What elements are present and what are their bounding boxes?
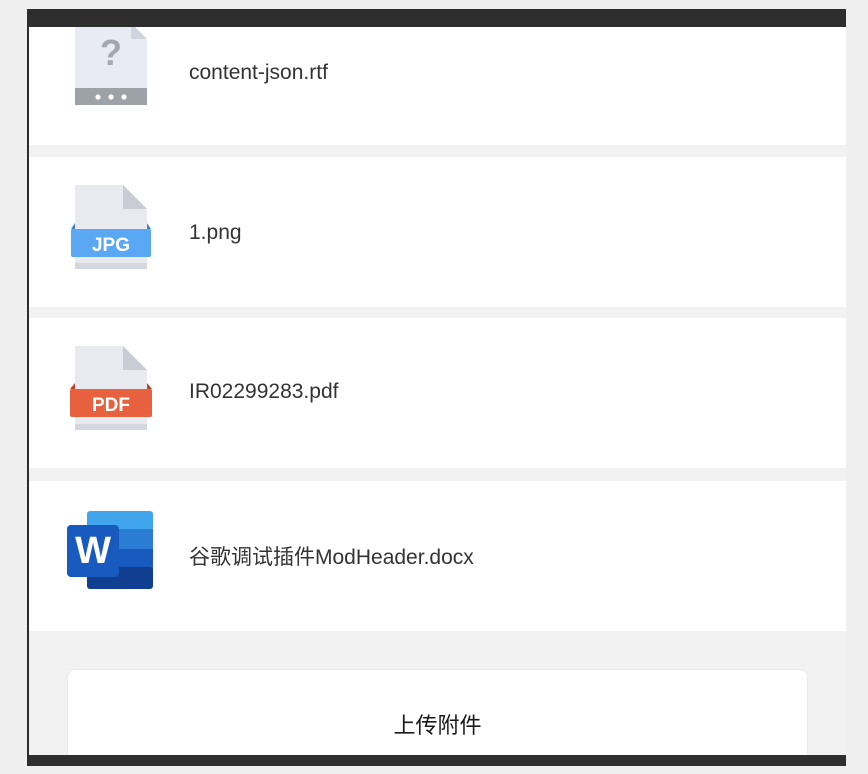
unknown-file-icon: ? [65, 27, 155, 113]
file-item-pdf[interactable]: PDF IR02299283.pdf [29, 318, 846, 468]
jpg-badge-text: JPG [92, 235, 130, 256]
file-name: 1.png [189, 221, 242, 244]
file-item-1-png[interactable]: JPG 1.png [29, 157, 846, 307]
file-name: content-json.rtf [189, 61, 328, 84]
svg-text:?: ? [100, 32, 122, 73]
word-badge-text: W [75, 530, 111, 572]
jpg-file-icon: JPG [65, 185, 155, 275]
file-item-content-json[interactable]: ? content-json.rtf [29, 27, 846, 145]
attachment-screen: ? content-json.rtf JPG 1.png PDF IR02299… [29, 27, 846, 755]
upload-label: 上传附件 [393, 713, 482, 738]
file-name: IR02299283.pdf [189, 380, 339, 403]
word-file-icon: W [65, 509, 155, 599]
device-frame: ? content-json.rtf JPG 1.png PDF IR02299… [27, 9, 846, 766]
upload-attachment-button[interactable]: 上传附件 [67, 669, 808, 755]
pdf-badge-text: PDF [92, 395, 130, 416]
file-name: 谷歌调试插件ModHeader.docx [189, 546, 474, 569]
file-item-docx[interactable]: W 谷歌调试插件ModHeader.docx [29, 481, 846, 631]
pdf-file-icon: PDF [65, 346, 155, 436]
